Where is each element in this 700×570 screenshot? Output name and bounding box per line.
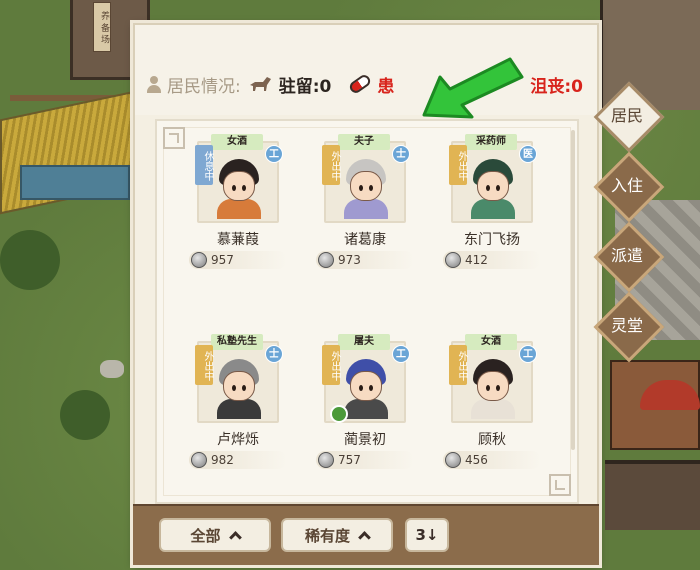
resident-profession-tag: 夫子 bbox=[338, 134, 390, 150]
resident-name: 顾秋 bbox=[478, 432, 506, 448]
resident-skill-badge: 医 bbox=[519, 145, 537, 163]
silver-coin-icon bbox=[191, 452, 207, 468]
resident-state-tag: 外出中 bbox=[449, 345, 467, 385]
resident-avatar bbox=[342, 359, 390, 419]
resident-skill-badge: 工 bbox=[265, 145, 283, 163]
sort-rarity-label: 稀有度 bbox=[304, 526, 350, 545]
chevron-up-icon bbox=[358, 531, 371, 544]
resident-name: 卢烨烁 bbox=[217, 432, 259, 448]
chevron-up-icon bbox=[228, 531, 242, 544]
tab-memorial-hall[interactable]: 灵堂 bbox=[594, 302, 660, 346]
resident-coins: 982 bbox=[189, 451, 287, 469]
resident-profession-tag: 女酒 bbox=[465, 334, 517, 350]
resident-state-tag: 外出中 bbox=[322, 145, 340, 185]
stationed-stat: 驻留:0 bbox=[278, 76, 332, 97]
leaf-icon bbox=[330, 405, 348, 423]
resident-avatar bbox=[342, 159, 390, 219]
resident-portrait[interactable]: 女酒 休息中 工 bbox=[195, 134, 283, 223]
resident-avatar bbox=[469, 359, 517, 419]
farm-building-sign: 养 备 场 bbox=[93, 2, 111, 52]
depressed-stat: 沮丧:0 bbox=[530, 76, 583, 97]
resident-portrait[interactable]: 女酒 外出中 工 bbox=[449, 334, 537, 423]
filter-all-button[interactable]: 全部 bbox=[159, 518, 271, 552]
resident-state-tag: 外出中 bbox=[449, 145, 467, 185]
silver-coin-icon bbox=[318, 452, 334, 468]
resident-avatar bbox=[215, 359, 263, 419]
residents-panel: 居民情况: 驻留:0 患 沮丧:0 女酒 休息中 工 慕蒹葭 957 夫子 外出… bbox=[133, 23, 599, 565]
sort-order-button[interactable]: 3↓ bbox=[405, 518, 449, 552]
tree bbox=[0, 230, 60, 290]
resident-portrait[interactable]: 采药师 外出中 医 bbox=[449, 134, 537, 223]
sort-rarity-button[interactable]: 稀有度 bbox=[281, 518, 393, 552]
sick-stat: 患 bbox=[377, 76, 395, 97]
resident-grid: 女酒 休息中 工 慕蒹葭 957 夫子 外出中 士 诸葛康 973 采药师 外出… bbox=[155, 119, 579, 504]
tree bbox=[60, 390, 110, 440]
market-stall[interactable] bbox=[605, 460, 700, 530]
sort-order-icon: 3↓ bbox=[415, 526, 439, 544]
resident-profession-tag: 采药师 bbox=[465, 134, 517, 150]
resident-avatar bbox=[469, 159, 517, 219]
resident-coins: 973 bbox=[316, 251, 414, 269]
silver-coin-icon bbox=[445, 252, 461, 268]
silver-coin-icon bbox=[318, 252, 334, 268]
resident-name: 诸葛康 bbox=[344, 232, 386, 248]
resident-avatar bbox=[215, 159, 263, 219]
pill-icon bbox=[347, 72, 373, 96]
resident-coins: 757 bbox=[316, 451, 414, 469]
resident-coins: 412 bbox=[443, 251, 541, 269]
resident-skill-badge: 工 bbox=[392, 345, 410, 363]
resident-profession-tag: 私塾先生 bbox=[211, 334, 263, 350]
resident-status-label: 居民情况: bbox=[167, 76, 241, 97]
filter-all-label: 全部 bbox=[190, 526, 221, 545]
resident-coins: 456 bbox=[443, 451, 541, 469]
resident-profession-tag: 屠夫 bbox=[338, 334, 390, 350]
resident-coins: 957 bbox=[189, 251, 287, 269]
resident-skill-badge: 士 bbox=[392, 145, 410, 163]
resident-portrait[interactable]: 屠夫 外出中 工 bbox=[322, 334, 410, 423]
horse-icon bbox=[249, 77, 271, 91]
corner-ornament bbox=[549, 474, 571, 496]
resident-portrait[interactable]: 私塾先生 外出中 士 bbox=[195, 334, 283, 423]
resident-skill-badge: 士 bbox=[265, 345, 283, 363]
tutorial-arrow-icon bbox=[422, 57, 524, 119]
silver-coin-icon bbox=[445, 452, 461, 468]
tab-dispatch[interactable]: 派遣 bbox=[594, 232, 660, 276]
resident-state-tag: 休息中 bbox=[195, 145, 213, 185]
resident-state-tag: 外出中 bbox=[322, 345, 340, 385]
resident-profession-tag: 女酒 bbox=[211, 134, 263, 150]
resident-state-tag: 外出中 bbox=[195, 345, 213, 385]
tab-residents[interactable]: 居民 bbox=[594, 92, 660, 136]
resident-skill-badge: 工 bbox=[519, 345, 537, 363]
silver-coin-icon bbox=[191, 252, 207, 268]
rock bbox=[100, 360, 124, 378]
resident-portrait[interactable]: 夫子 外出中 士 bbox=[322, 134, 410, 223]
resident-name: 蔺景初 bbox=[344, 432, 386, 448]
resident-name: 慕蒹葭 bbox=[217, 232, 259, 248]
resident-list-scrollbar[interactable] bbox=[571, 130, 575, 450]
pond bbox=[20, 165, 130, 200]
resident-name: 东门飞扬 bbox=[464, 232, 520, 248]
panel-toolbar: 全部 稀有度 3↓ bbox=[133, 504, 599, 565]
corner-ornament bbox=[163, 127, 185, 149]
tab-move-in[interactable]: 入住 bbox=[594, 162, 660, 206]
person-icon bbox=[147, 75, 161, 93]
